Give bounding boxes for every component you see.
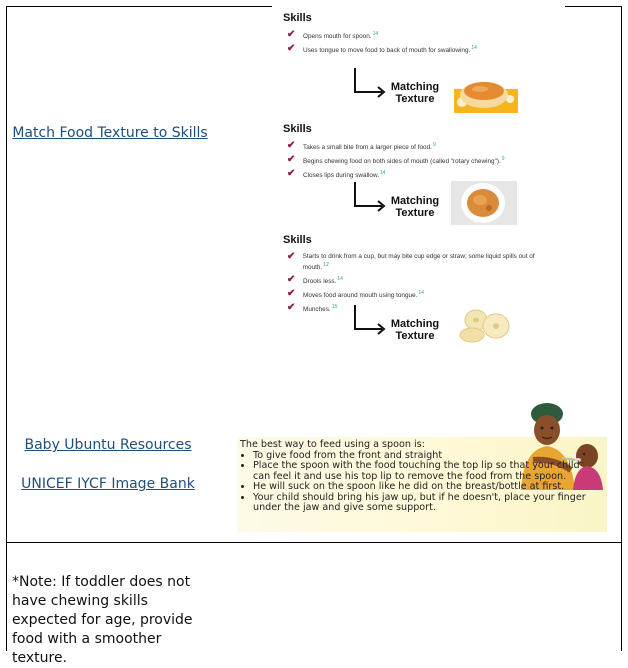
checkmark-icon: ✔ [287,29,296,40]
checkmark-icon: ✔ [287,140,296,151]
match-food-texture-link[interactable]: Match Food Texture to Skills [10,125,210,141]
matching-texture-label: Matching Texture [390,195,440,219]
skill-item: ✔ Moves food around mouth using tongue.1… [287,288,424,300]
skill-item: ✔ Closes lips during swallow.14 [287,168,386,180]
bent-arrow-icon [354,305,386,335]
matching-texture-label: Matching Texture [390,81,440,105]
matching-texture-label: Matching Texture [390,318,440,342]
skill-item: ✔ Starts to drink from a cup, but may bi… [287,251,535,272]
frame-left-border [6,6,7,651]
frame-top-right-border [565,6,621,7]
mashed-food-bowl-image [451,181,517,225]
frame-right-border [621,6,622,651]
list-item: Place the spoon with the food touching t… [253,460,590,482]
skill-item: ✔ Uses tongue to move food to back of mo… [287,43,477,55]
spoon-feeding-text: The best way to feed using a spoon is: T… [240,439,590,514]
skills-title: Skills [283,234,312,246]
skill-item: ✔ Takes a small bite from a larger piece… [287,140,436,152]
skill-item: ✔ Begins chewing food on both sides of m… [287,154,505,166]
checkmark-icon: ✔ [287,154,296,166]
checkmark-icon: ✔ [287,302,296,314]
skills-section-2: Skills ✔ Takes a small bite from a large… [283,123,553,183]
banana-slices-image [459,309,510,343]
skills-title: Skills [283,12,312,24]
checkmark-icon: ✔ [287,251,296,262]
skills-title: Skills [283,123,312,135]
unicef-image-bank-link[interactable]: UNICEF IYCF Image Bank [10,476,206,492]
skill-item: ✔ Drools less.14 [287,274,343,286]
bent-arrow-icon [354,68,386,98]
baby-ubuntu-resources-link[interactable]: Baby Ubuntu Resources [10,437,206,453]
checkmark-icon: ✔ [287,168,296,180]
spoon-feeding-list: To give food from the front and straight… [240,450,590,514]
spoon-feeding-panel: The best way to feed using a spoon is: T… [237,400,607,532]
checkmark-icon: ✔ [287,43,296,55]
skill-item: ✔ Opens mouth for spoon.14 [287,29,379,41]
checkmark-icon: ✔ [287,288,296,300]
frame-divider [6,542,622,543]
list-item: He will suck on the spoon like he did on… [253,481,590,493]
spoon-feeding-heading: The best way to feed using a spoon is: [240,439,425,450]
bent-arrow-icon [354,182,386,212]
list-item: Your child should bring his jaw up, but … [253,492,590,514]
skills-section-1: Skills ✔ Opens mouth for spoon.14 ✔ Uses… [283,12,553,58]
frame-top-left-border [6,6,272,7]
chewing-skills-note: *Note: If toddler does not have chewing … [12,574,193,666]
checkmark-icon: ✔ [287,274,296,286]
puree-bowl-image [450,67,520,113]
